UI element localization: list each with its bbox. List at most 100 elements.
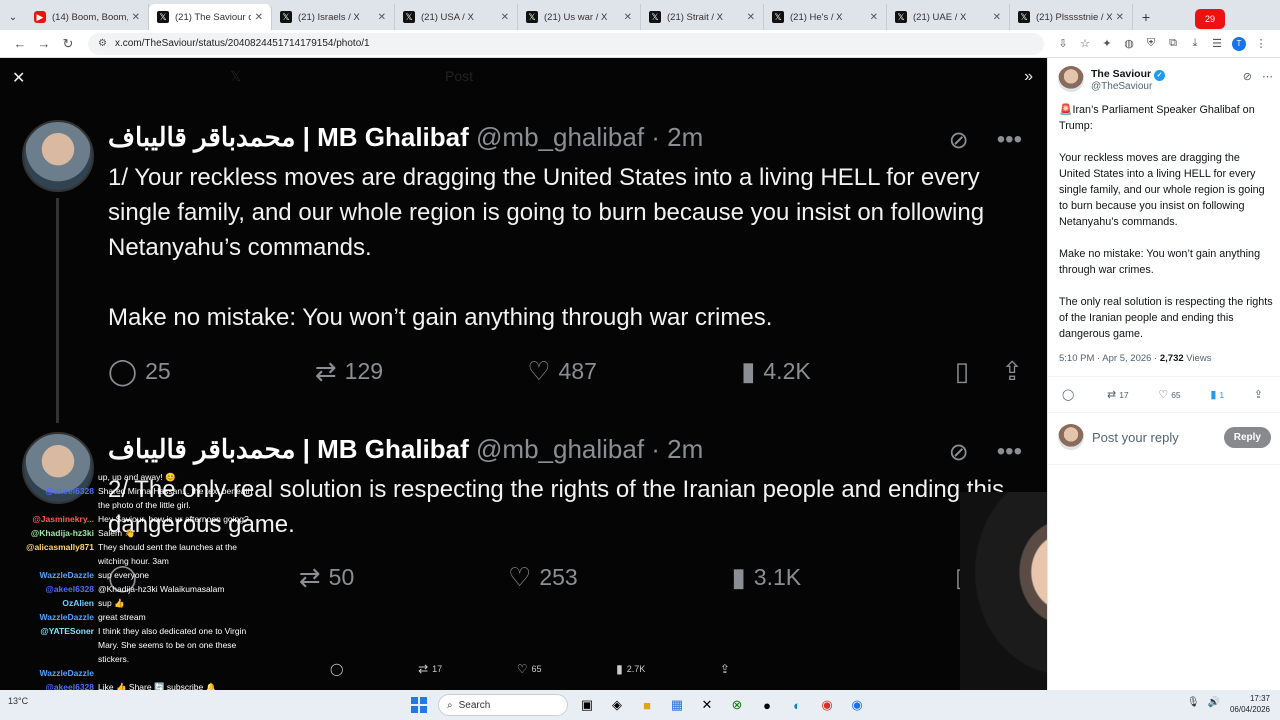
grok-icon[interactable]: ⊘ <box>1243 70 1252 83</box>
photo-action-bar: ◯ ⇄ 17 ♡ 65 ▮ 2.7K ⇪ <box>330 662 730 676</box>
reply-input[interactable]: Post your reply <box>1092 430 1224 445</box>
close-icon[interactable]: ✕ <box>132 12 140 23</box>
tweet-header-icons: ⊘ ••• <box>949 126 1022 155</box>
back-icon[interactable]: ← <box>8 32 32 56</box>
tab-1[interactable]: 𝕏 (21) The Saviour on X ✕ <box>149 4 272 30</box>
close-icon[interactable]: ✕ <box>12 68 25 88</box>
close-icon[interactable]: ✕ <box>378 12 386 23</box>
file-explorer-icon[interactable]: ■ <box>636 694 658 716</box>
forward-icon[interactable]: → <box>32 32 56 56</box>
tab-0[interactable]: ▶ (14) Boom, Boom, Tel ✕ <box>26 4 149 30</box>
close-icon[interactable]: ✕ <box>255 12 263 23</box>
chat-message: @alicasmally871 They should sent the laun… <box>0 540 260 568</box>
reply-count: 25 <box>145 358 171 384</box>
edge-icon[interactable]: ◐ <box>786 694 808 716</box>
avatar <box>22 120 94 192</box>
close-icon[interactable]: ✕ <box>993 12 1001 23</box>
windows-taskbar: 13°C ⌕ Search ▣ ◈ ■ ▦ ✕ ⊗ ● ◐ ◉ ◉ 🎙 🔊 17:… <box>0 690 1280 720</box>
weather-widget[interactable]: 13°C <box>8 696 28 706</box>
shield-icon[interactable]: ⛨ <box>1140 33 1162 55</box>
extension-icon[interactable]: ✦ <box>1096 33 1118 55</box>
like-count: 487 <box>558 358 597 384</box>
x-logo-icon: 𝕏 <box>649 11 661 23</box>
post-timestamp[interactable]: 5:10 PM · Apr 5, 2026 · <box>1059 353 1160 364</box>
author-handle[interactable]: @TheSaviour <box>1091 81 1152 92</box>
tab-2[interactable]: 𝕏 (21) Israels / X ✕ <box>272 4 395 30</box>
profile-avatar[interactable]: T <box>1228 33 1250 55</box>
extension-icon[interactable]: ◍ <box>1118 33 1140 55</box>
reply-icon: ◯ <box>330 662 344 676</box>
post-paragraph: Make no mistake: You won’t gain anything… <box>1059 248 1261 276</box>
repost-button[interactable]: ⇄ 17 <box>418 662 442 676</box>
taskbar-search[interactable]: ⌕ Search <box>438 694 568 716</box>
xbox-icon[interactable]: ⊗ <box>726 694 748 716</box>
star-icon[interactable]: ☆ <box>1074 33 1096 55</box>
tab-search-button[interactable]: ⌄ <box>0 4 26 30</box>
download-icon[interactable]: ⤓ <box>1184 33 1206 55</box>
close-icon[interactable]: ✕ <box>747 12 755 23</box>
reload-icon[interactable]: ↻ <box>56 32 80 56</box>
tweet-body: 1/ Your reckless moves are dragging the … <box>108 160 1028 335</box>
chat-text: up, up and away! 😊 <box>98 472 176 482</box>
reply-submit-button[interactable]: Reply <box>1223 426 1271 448</box>
app-icon[interactable]: ● <box>756 694 778 716</box>
chat-message: WazzleDazzle great stream <box>0 610 260 624</box>
url-field[interactable]: ⚙ x.com/TheSaviour/status/204082445171417… <box>88 32 1044 55</box>
reply-composer: Post your reply Reply <box>1058 424 1271 450</box>
tab-6[interactable]: 𝕏 (21) He's / X ✕ <box>764 4 887 30</box>
reply-icon: ◯ <box>108 356 138 386</box>
youtube-icon: ▶ <box>34 11 46 23</box>
menu-icon[interactable]: ⋮ <box>1250 33 1272 55</box>
install-icon[interactable]: ⇩ <box>1052 33 1074 55</box>
tab-5[interactable]: 𝕏 (21) Strait / X ✕ <box>641 4 764 30</box>
share-button[interactable]: ⇪ <box>1254 388 1266 401</box>
expand-icon[interactable]: » <box>1024 68 1033 86</box>
close-icon[interactable]: ✕ <box>1116 12 1124 23</box>
x-logo-icon: 𝕏 <box>1018 11 1030 23</box>
tab-8[interactable]: 𝕏 (21) Plsssstnie / X ✕ <box>1010 4 1133 30</box>
reading-list-icon[interactable]: ☰ <box>1206 33 1228 55</box>
share-icon: ⇪ <box>719 662 730 676</box>
reply-button[interactable]: ◯ <box>330 662 343 676</box>
chat-username: WazzleDazzle <box>39 570 94 580</box>
chrome-icon[interactable]: ◉ <box>816 694 838 716</box>
close-icon[interactable]: ✕ <box>624 12 632 23</box>
repost-icon: ⇄ <box>314 356 337 386</box>
tab-7[interactable]: 𝕏 (21) UAE / X ✕ <box>887 4 1010 30</box>
address-bar: ← → ↻ ⚙ x.com/TheSaviour/status/204082445… <box>0 30 1280 58</box>
new-tab-button[interactable]: + <box>1133 4 1159 30</box>
chrome-icon[interactable]: ◉ <box>846 694 868 716</box>
like-button[interactable]: ♡ 65 <box>1158 388 1180 401</box>
repost-button[interactable]: ⇄ 17 <box>1107 388 1129 401</box>
image-tweet-1: محمدباقر قالیباف | MB Ghalibaf @mb_ghali… <box>22 120 1032 423</box>
youtube-badge-count: 29 <box>1204 14 1215 24</box>
close-icon[interactable]: ✕ <box>870 12 878 23</box>
ghost-header-title: Post <box>445 68 474 84</box>
reply-button[interactable]: ◯ <box>1062 388 1077 401</box>
bookmark-button[interactable]: ▮ 1 <box>1210 388 1224 401</box>
volume-icon[interactable]: 🔊 <box>1208 697 1220 708</box>
like-stat: ♡ 487 <box>527 356 597 387</box>
task-view-icon[interactable]: ▣ <box>576 694 598 716</box>
more-icon[interactable]: ⋯ <box>1262 70 1273 83</box>
taskbar-clock[interactable]: 17:37 06/04/2026 <box>1230 693 1270 715</box>
start-button[interactable] <box>408 694 430 716</box>
avatar[interactable] <box>1058 66 1084 92</box>
like-count: 65 <box>531 664 542 674</box>
close-icon[interactable]: ✕ <box>501 12 509 23</box>
author-name[interactable]: The Saviour ✓ <box>1091 68 1166 81</box>
chat-username: OzAlien <box>62 598 94 608</box>
store-icon[interactable]: ▦ <box>666 694 688 716</box>
microphone-icon[interactable]: 🎙 <box>1187 697 1200 708</box>
share-button[interactable]: ⇪ <box>720 662 730 676</box>
tab-4[interactable]: 𝕏 (21) Us war / X ✕ <box>518 4 641 30</box>
app-icon[interactable]: ✕ <box>696 694 718 716</box>
site-info-icon[interactable]: ⚙ <box>98 38 107 49</box>
puzzle-icon[interactable]: ⧉ <box>1162 33 1184 55</box>
chat-text: They should sent the launches at the wit… <box>98 542 237 566</box>
like-button[interactable]: ♡ 65 <box>517 662 542 676</box>
tab-3[interactable]: 𝕏 (21) USA / X ✕ <box>395 4 518 30</box>
copilot-icon[interactable]: ◈ <box>606 694 628 716</box>
views-button[interactable]: ▮ 2.7K <box>616 662 645 676</box>
chat-message: @Jasminekry... Hey Saviour, how is ur aft… <box>0 512 260 526</box>
